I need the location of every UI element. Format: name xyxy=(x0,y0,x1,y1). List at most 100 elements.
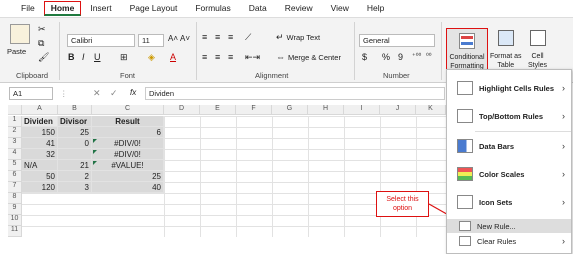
menu-item-new-rule[interactable]: New Rule... xyxy=(447,219,571,233)
column-header-c[interactable]: C xyxy=(92,105,164,115)
cell-b2[interactable]: 25 xyxy=(58,127,92,138)
row-header-10[interactable]: 10 xyxy=(8,215,22,226)
cell-styles-icon[interactable] xyxy=(530,30,546,46)
align-top-icon[interactable]: ≡ xyxy=(202,32,207,42)
decrease-decimal-icon[interactable]: ⁰⁰ xyxy=(426,52,432,60)
cell-a4[interactable]: 32 xyxy=(22,149,58,160)
enter-icon[interactable]: ✓ xyxy=(110,88,118,99)
increase-decimal-icon[interactable]: ⁺⁰⁰ xyxy=(412,52,421,60)
tab-file[interactable]: File xyxy=(12,0,44,17)
format-painter-icon[interactable]: 🖌 xyxy=(38,52,49,63)
menu-item-icon-sets[interactable]: Icon Sets › xyxy=(447,188,571,216)
indent-icon[interactable]: ⇤⇥ xyxy=(245,52,260,63)
font-size-select[interactable]: 11 xyxy=(138,34,164,47)
tab-formulas[interactable]: Formulas xyxy=(186,0,239,17)
row-header-3[interactable]: 3 xyxy=(8,138,22,149)
align-left-icon[interactable]: ≡ xyxy=(202,52,207,62)
cell-c5[interactable]: #VALUE! xyxy=(92,160,164,171)
number-format-select[interactable]: General xyxy=(359,34,435,47)
row-header-6[interactable]: 6 xyxy=(8,171,22,182)
empty-cells[interactable] xyxy=(164,116,446,237)
tab-page-layout[interactable]: Page Layout xyxy=(121,0,187,17)
menu-item-color-scales[interactable]: Color Scales › xyxy=(447,160,571,188)
formula-input[interactable]: Dividen xyxy=(145,87,445,100)
tab-home[interactable]: Home xyxy=(43,1,82,16)
column-header-j[interactable]: J xyxy=(380,105,416,115)
copy-icon[interactable]: ⧉ xyxy=(38,38,44,49)
cell-c4[interactable]: #DIV/0! xyxy=(92,149,164,160)
column-header-h[interactable]: H xyxy=(308,105,344,115)
tab-view[interactable]: View xyxy=(322,0,358,17)
paste-button[interactable]: Paste xyxy=(7,47,26,56)
menu-item-top-bottom-rules[interactable]: Top/Bottom Rules › xyxy=(447,102,571,130)
row-header-11[interactable]: 11 xyxy=(8,226,22,237)
cell-a5[interactable]: N/A xyxy=(22,160,58,171)
cell-a2[interactable]: 150 xyxy=(22,127,58,138)
align-middle-icon[interactable]: ≡ xyxy=(215,32,220,42)
cell-b4[interactable] xyxy=(58,149,92,160)
row-header-7[interactable]: 7 xyxy=(8,182,22,193)
menu-item-highlight-cells-rules[interactable]: Highlight Cells Rules › xyxy=(447,74,571,102)
column-header-d[interactable]: D xyxy=(164,105,200,115)
underline-icon[interactable]: U xyxy=(94,52,101,62)
row-header-1[interactable]: 1 xyxy=(8,116,22,127)
orientation-icon[interactable]: ⟋ xyxy=(245,32,251,43)
cell-b5[interactable]: 21 xyxy=(58,160,92,171)
cell-a7[interactable]: 120 xyxy=(22,182,58,193)
select-all-corner[interactable] xyxy=(8,105,22,115)
shrink-font-icon[interactable]: A˅ xyxy=(180,34,190,43)
format-as-table-icon[interactable] xyxy=(498,30,514,46)
column-header-a[interactable]: A xyxy=(22,105,58,115)
italic-icon[interactable]: I xyxy=(82,52,85,62)
error-indicator[interactable] xyxy=(93,139,97,143)
cell-b3[interactable]: 0 xyxy=(58,138,92,149)
tab-help[interactable]: Help xyxy=(358,0,393,17)
name-box[interactable]: A1 xyxy=(9,87,53,100)
error-indicator[interactable] xyxy=(93,161,97,165)
empty-cells[interactable] xyxy=(22,193,164,237)
currency-button[interactable]: $ xyxy=(362,52,367,62)
cell-b6[interactable]: 2 xyxy=(58,171,92,182)
align-center-icon[interactable]: ≡ xyxy=(215,52,220,62)
cell-c1[interactable]: Result xyxy=(92,116,164,127)
column-header-e[interactable]: E xyxy=(200,105,236,115)
row-header-8[interactable]: 8 xyxy=(8,193,22,204)
format-as-table-button[interactable]: Format as Table xyxy=(490,52,522,70)
tab-insert[interactable]: Insert xyxy=(81,0,120,17)
cell-c7[interactable]: 40 xyxy=(92,182,164,193)
row-header-2[interactable]: 2 xyxy=(8,127,22,138)
error-indicator[interactable] xyxy=(93,150,97,154)
cell-c6[interactable]: 25 xyxy=(92,171,164,182)
cell-b1[interactable]: Divisor xyxy=(58,116,92,127)
cell-styles-button[interactable]: Cell Styles xyxy=(528,52,547,70)
borders-icon[interactable]: ⊞ xyxy=(120,52,128,63)
fill-color-icon[interactable]: ◈ xyxy=(148,52,155,63)
column-header-b[interactable]: B xyxy=(58,105,92,115)
row-header-9[interactable]: 9 xyxy=(8,204,22,215)
cell-a3[interactable]: 41 xyxy=(22,138,58,149)
merge-center-button[interactable]: ⇔ Merge & Center xyxy=(276,52,341,62)
tab-data[interactable]: Data xyxy=(240,0,276,17)
percent-button[interactable]: % xyxy=(382,52,390,62)
grow-font-icon[interactable]: A˄ xyxy=(168,34,178,43)
font-color-icon[interactable]: A xyxy=(170,52,176,62)
paste-icon[interactable] xyxy=(10,24,30,44)
wrap-text-button[interactable]: ↵ Wrap Text xyxy=(276,32,320,43)
column-header-k[interactable]: K xyxy=(416,105,446,115)
column-header-f[interactable]: F xyxy=(236,105,272,115)
menu-item-clear-rules[interactable]: Clear Rules › xyxy=(447,234,571,248)
cell-c3[interactable]: #DIV/0! xyxy=(92,138,164,149)
bold-icon[interactable]: B xyxy=(68,52,75,62)
column-header-i[interactable]: I xyxy=(344,105,380,115)
cell-c2[interactable]: 6 xyxy=(92,127,164,138)
font-name-select[interactable]: Calibri xyxy=(67,34,135,47)
comma-button[interactable]: 9 xyxy=(398,52,403,62)
cell-b7[interactable]: 3 xyxy=(58,182,92,193)
column-header-g[interactable]: G xyxy=(272,105,308,115)
cut-icon[interactable]: ✂ xyxy=(38,24,46,35)
align-right-icon[interactable]: ≡ xyxy=(228,52,233,62)
cell-a6[interactable]: 50 xyxy=(22,171,58,182)
row-header-5[interactable]: 5 xyxy=(8,160,22,171)
row-header-4[interactable]: 4 xyxy=(8,149,22,160)
menu-item-data-bars[interactable]: Data Bars › xyxy=(447,132,571,160)
